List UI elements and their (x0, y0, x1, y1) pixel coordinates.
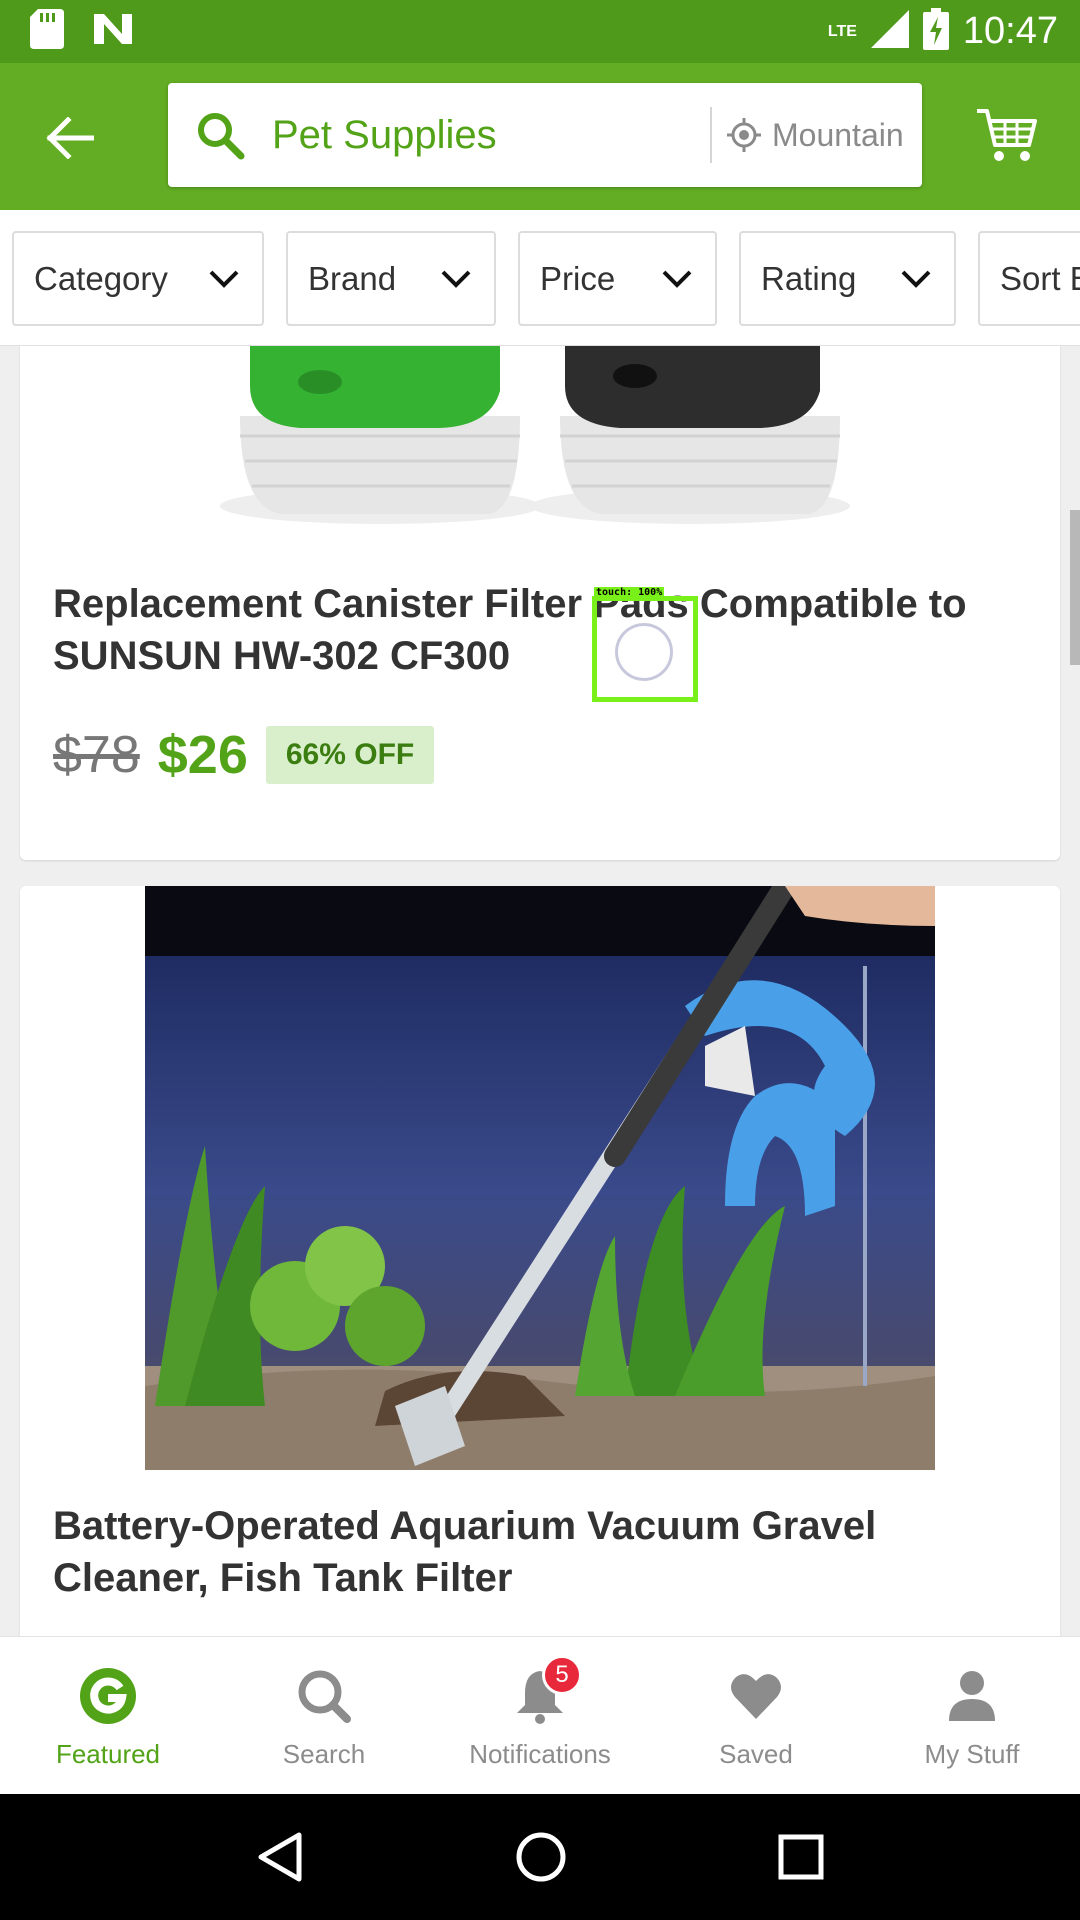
person-icon (949, 1671, 995, 1721)
system-nav-bar (0, 1794, 1080, 1920)
original-price: $78 (53, 726, 140, 784)
search-icon (298, 1670, 351, 1723)
nav-label: Notifications (469, 1739, 611, 1769)
recents-square-icon[interactable] (777, 1833, 825, 1881)
g-logo-icon (80, 1668, 136, 1724)
nav-label: Featured (55, 1739, 161, 1769)
app-bar: Pet Supplies Mountain (0, 63, 1080, 210)
chevron-down-icon (662, 270, 692, 288)
search-icon (168, 83, 272, 187)
scrollbar[interactable] (1070, 510, 1080, 665)
product-title[interactable]: Replacement Canister Filter Pads Compati… (53, 578, 1013, 682)
filter-bar: Category Brand Price Rating Sort By (0, 210, 1080, 346)
filter-price[interactable]: Price (518, 231, 717, 326)
discount-badge: 66% OFF (265, 726, 435, 784)
sale-price: $26 (157, 725, 248, 785)
chevron-down-icon (209, 270, 239, 288)
signal-icon (870, 10, 909, 53)
filter-category[interactable]: Category (12, 231, 264, 326)
clock: 10:47 (962, 10, 1058, 52)
home-circle-icon[interactable] (514, 1830, 568, 1884)
status-bar: LTE 10:47 (0, 0, 1080, 63)
nav-label: My Stuff (924, 1739, 1020, 1769)
search-bar[interactable]: Pet Supplies Mountain (168, 83, 922, 187)
nav-saved[interactable]: Saved (648, 1637, 864, 1794)
price-row: $78 $26 66% OFF (53, 724, 435, 786)
filter-label: Brand (308, 259, 397, 297)
heart-icon (731, 1674, 781, 1719)
bottom-nav: Featured Search 5 Notifications Saved My… (0, 1636, 1080, 1794)
chevron-down-icon (901, 270, 931, 288)
search-query[interactable]: Pet Supplies (272, 113, 710, 158)
battery-charging-icon (922, 8, 949, 55)
filter-label: Rating (761, 259, 857, 297)
back-button[interactable] (40, 108, 100, 168)
nav-notifications[interactable]: 5 Notifications (432, 1637, 648, 1794)
product-card[interactable]: Replacement Canister Filter Pads Compati… (20, 346, 1060, 860)
cart-icon (977, 109, 1037, 161)
nav-label: Saved (719, 1739, 793, 1769)
back-arrow-icon (46, 117, 94, 159)
product-image (20, 346, 1060, 536)
touch-indicator-circle (615, 623, 673, 681)
filter-label: Price (540, 259, 616, 297)
back-triangle-icon[interactable] (255, 1831, 305, 1883)
filter-brand[interactable]: Brand (286, 231, 496, 326)
product-list[interactable]: Replacement Canister Filter Pads Compati… (0, 346, 1080, 1636)
filter-sort-by[interactable]: Sort By (978, 231, 1080, 326)
nav-search[interactable]: Search (216, 1637, 432, 1794)
nav-my-stuff[interactable]: My Stuff (864, 1637, 1080, 1794)
filter-label: Sort By (1000, 259, 1080, 297)
location-target-icon (727, 118, 761, 152)
product-title[interactable]: Battery-Operated Aquarium Vacuum Gravel … (53, 1500, 1013, 1604)
cart-button[interactable] (972, 101, 1042, 171)
location-selector[interactable]: Mountain (712, 117, 920, 154)
filter-rating[interactable]: Rating (739, 231, 956, 326)
filter-label: Category (34, 259, 168, 297)
nav-featured[interactable]: Featured (0, 1637, 216, 1794)
product-card[interactable]: Battery-Operated Aquarium Vacuum Gravel … (20, 886, 1060, 1636)
sd-card-icon (30, 9, 64, 54)
nav-label: Search (282, 1739, 366, 1769)
notification-badge: 5 (542, 1655, 582, 1695)
chevron-down-icon (441, 270, 471, 288)
n-notification-icon (92, 12, 134, 51)
network-type: LTE (827, 22, 857, 40)
location-text: Mountain (772, 116, 904, 153)
product-image (145, 886, 935, 1470)
